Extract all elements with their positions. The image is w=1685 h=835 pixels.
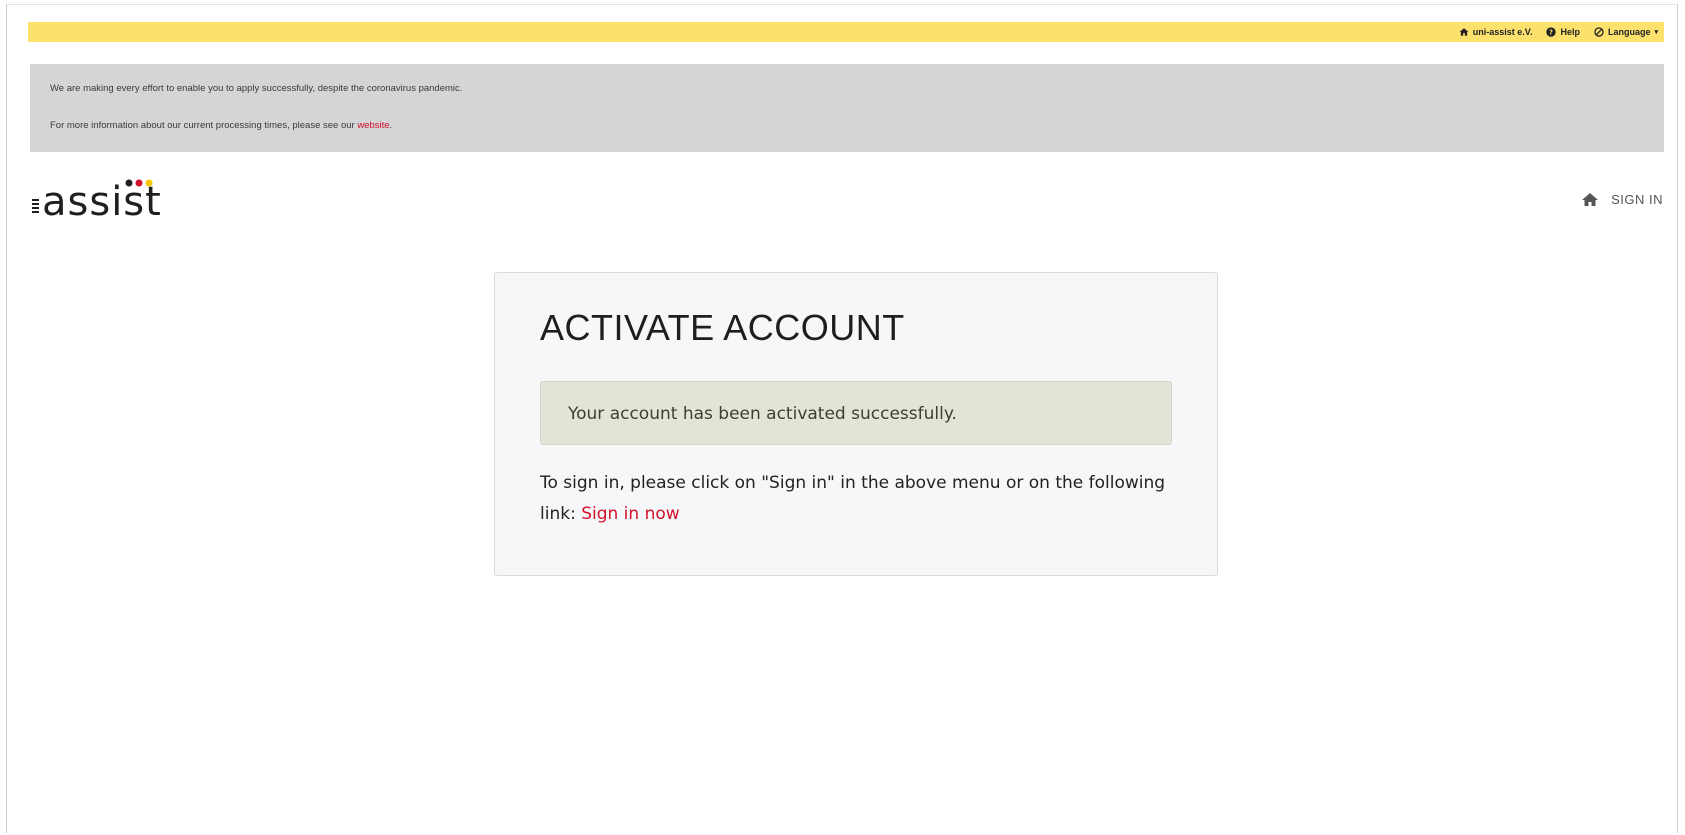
language-dropdown[interactable]: Language ▾ (1594, 27, 1658, 37)
success-alert-text: Your account has been activated successf… (568, 404, 957, 424)
home-link-label: uni-assist e.V. (1472, 27, 1533, 37)
notice-banner: We are making every effort to enable you… (30, 64, 1664, 152)
language-dropdown-label: Language (1607, 27, 1651, 37)
chevron-down-icon: ▾ (1654, 29, 1658, 36)
notice-line-1: We are making every effort to enable you… (50, 83, 463, 94)
help-link-label: Help (1560, 27, 1580, 37)
svg-text:?: ? (1549, 29, 1553, 37)
home-icon (1459, 28, 1469, 36)
website-link[interactable]: website (357, 120, 389, 131)
globe-icon (1594, 27, 1604, 37)
logo-wordmark: assist (42, 179, 162, 225)
home-link[interactable]: uni-assist e.V. (1459, 27, 1533, 37)
notice-line-2: For more information about our current p… (50, 120, 1664, 131)
uni-assist-logo[interactable]: uni assist (30, 178, 180, 228)
logo-uni-mark (32, 199, 39, 213)
help-link[interactable]: ? Help (1546, 27, 1580, 37)
success-alert: Your account has been activated successf… (540, 381, 1172, 445)
notice-line-2-prefix: For more information about our current p… (50, 120, 358, 131)
main-nav: SIGN IN (1581, 192, 1663, 207)
home-icon[interactable] (1581, 192, 1599, 207)
sign-in-instruction: To sign in, please click on "Sign in" in… (540, 468, 1180, 530)
page-title: ACTIVATE ACCOUNT (540, 307, 905, 348)
activation-card: ACTIVATE ACCOUNT Your account has been a… (494, 272, 1218, 576)
sign-in-now-link[interactable]: Sign in now (581, 504, 679, 524)
help-icon: ? (1546, 27, 1557, 37)
top-utility-bar: uni-assist e.V. ? Help Language ▾ (28, 22, 1664, 42)
sign-in-nav-link[interactable]: SIGN IN (1611, 192, 1663, 207)
notice-line-2-suffix: . (389, 120, 393, 131)
